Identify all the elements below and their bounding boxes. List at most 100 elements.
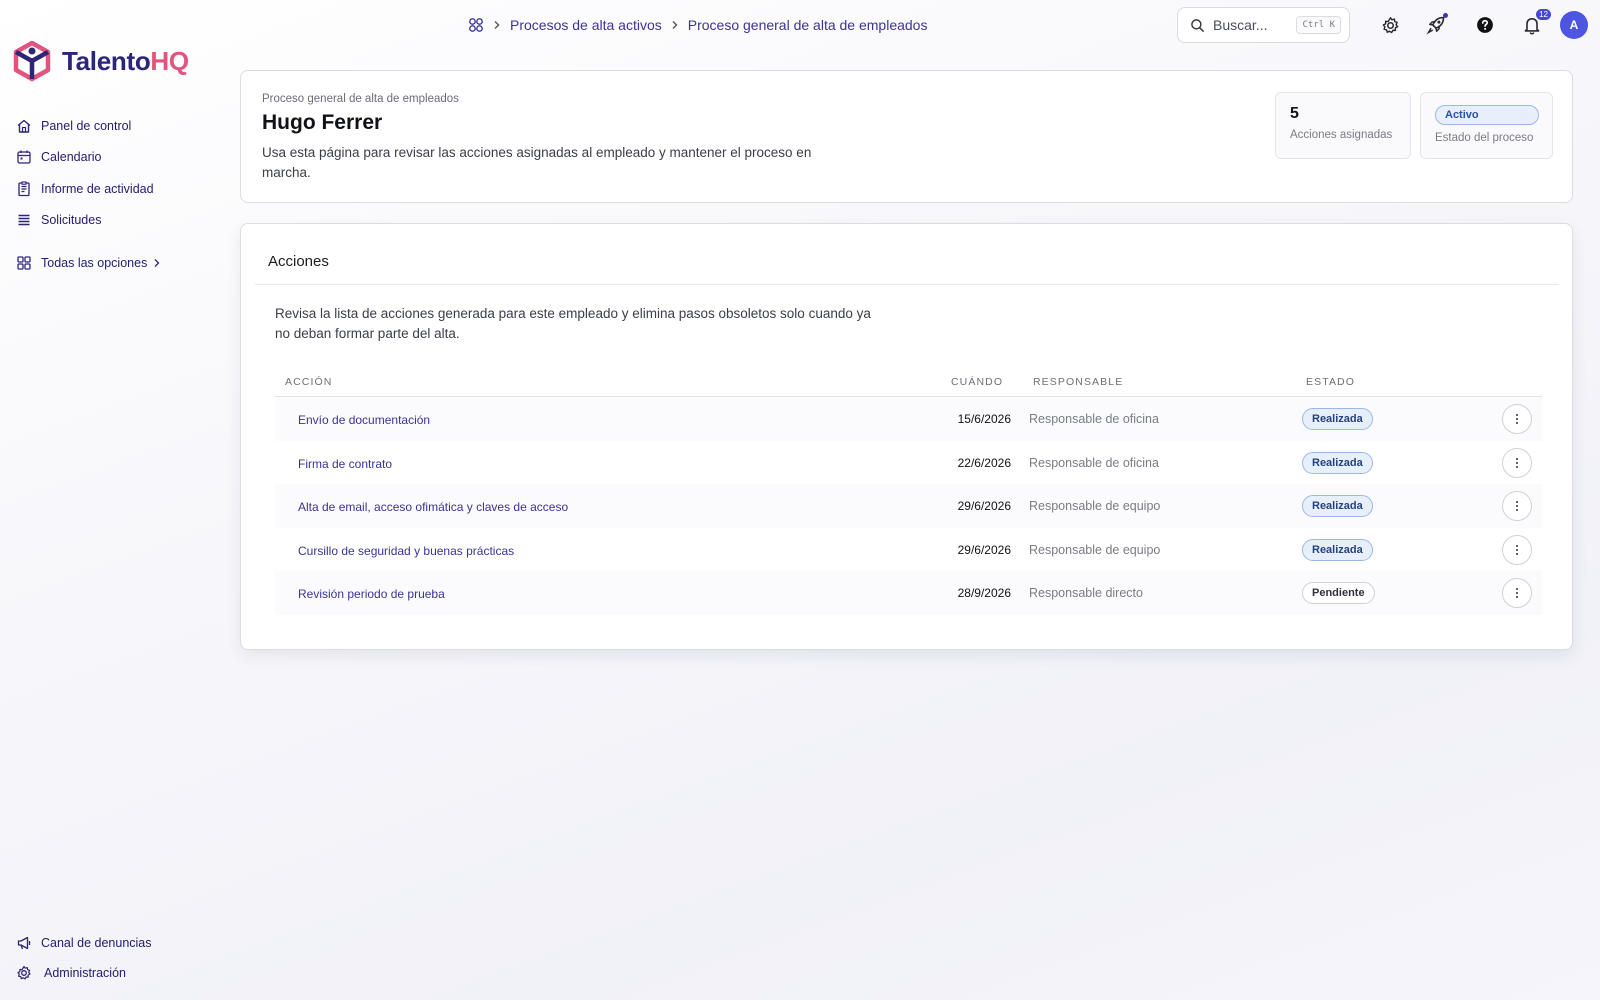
- action-link[interactable]: Alta de email, acceso ofimática y claves…: [298, 500, 568, 514]
- notifications-count: 12: [1536, 9, 1551, 20]
- sidebar-item-administracion[interactable]: Administración: [16, 958, 152, 988]
- row-menu-button[interactable]: [1502, 404, 1532, 434]
- assigned-actions-stat: 5 Acciones asignadas: [1275, 92, 1411, 159]
- table-row: Revisión periodo de prueba 28/9/2026 Res…: [275, 571, 1542, 615]
- action-link[interactable]: Cursillo de seguridad y buenas prácticas: [298, 544, 514, 558]
- status-badge: Realizada: [1302, 495, 1373, 517]
- search-icon: [1191, 18, 1204, 32]
- report-icon: [18, 181, 30, 196]
- action-date: 22/6/2026: [957, 455, 1011, 470]
- calendar-icon: [17, 150, 31, 164]
- row-menu-button[interactable]: [1502, 491, 1532, 521]
- status-badge: Realizada: [1302, 451, 1373, 474]
- sidebar-item-canal-denuncias[interactable]: Canal de denuncias: [16, 928, 152, 958]
- home-icon: [17, 119, 31, 133]
- action-date: 29/6/2026: [957, 499, 1011, 513]
- breadcrumb-link-procesos[interactable]: Procesos de alta activos: [510, 17, 662, 33]
- notifications-button[interactable]: 12: [1521, 9, 1551, 36]
- app-logo[interactable]: TalentoHQ: [12, 40, 189, 82]
- table-body: Envío de documentación 15/6/2026 Respons…: [275, 397, 1542, 615]
- more-vertical-icon: [1516, 501, 1518, 511]
- more-vertical-icon: [1516, 588, 1518, 598]
- grid-icon: [17, 256, 31, 270]
- gear-icon: [1382, 16, 1398, 33]
- apps-icon[interactable]: [468, 17, 484, 33]
- row-menu-button[interactable]: [1502, 578, 1532, 608]
- sidebar-item-label: Panel de control: [41, 118, 132, 133]
- divider: [255, 284, 1559, 285]
- whats-new-indicator: [1443, 13, 1448, 18]
- app-name: TalentoHQ: [62, 45, 189, 76]
- breadcrumb: Procesos de alta activos Proceso general…: [468, 15, 927, 35]
- rocket-icon: [1426, 16, 1445, 35]
- page-description: Usa esta página para revisar las accione…: [262, 145, 812, 180]
- cube-logo-icon: [13, 40, 51, 82]
- help-button[interactable]: [1474, 14, 1496, 36]
- sidebar-item-informe[interactable]: Informe de actividad: [16, 173, 161, 205]
- sidebar-item-label: Informe de actividad: [41, 181, 154, 196]
- assigned-actions-count: 5: [1290, 105, 1299, 122]
- action-date: 29/6/2026: [957, 542, 1011, 557]
- table-row: Firma de contrato 22/6/2026 Responsable …: [275, 441, 1542, 485]
- sidebar-item-panel[interactable]: Panel de control: [16, 110, 161, 142]
- row-menu-button[interactable]: [1502, 447, 1532, 478]
- sidebar-item-label: Calendario: [41, 150, 102, 165]
- employee-header-card: Proceso general de alta de empleados Hug…: [240, 70, 1573, 203]
- action-date: 15/6/2026: [957, 412, 1011, 426]
- search-shortcut: Ctrl K: [1296, 16, 1341, 34]
- column-header-action: ACCIÓN: [285, 376, 333, 388]
- actions-table: ACCIÓN CUÁNDO RESPONSABLE ESTADO Envío d…: [275, 365, 1542, 615]
- action-link[interactable]: Revisión periodo de prueba: [298, 587, 445, 601]
- sidebar-nav: Panel de control Calendario Informe de a…: [16, 110, 161, 279]
- sidebar-item-label: Canal de denuncias: [41, 936, 152, 950]
- column-header-status: ESTADO: [1306, 376, 1355, 388]
- search-box[interactable]: Buscar... Ctrl K: [1177, 7, 1350, 43]
- status-badge: Realizada: [1302, 408, 1373, 430]
- chevron-right-icon: [154, 258, 160, 267]
- settings-button[interactable]: [1379, 14, 1401, 36]
- action-link[interactable]: Firma de contrato: [298, 457, 392, 471]
- table-header: ACCIÓN CUÁNDO RESPONSABLE ESTADO: [275, 365, 1542, 397]
- table-row: Envío de documentación 15/6/2026 Respons…: [275, 397, 1542, 441]
- sidebar-item-todas-opciones[interactable]: Todas las opciones: [16, 247, 161, 279]
- sidebar-item-calendario[interactable]: Calendario: [16, 142, 161, 174]
- process-name: Proceso general de alta de empleados: [262, 93, 459, 105]
- section-description: Revisa la lista de acciones generada par…: [275, 306, 871, 341]
- table-row: Cursillo de seguridad y buenas prácticas…: [275, 528, 1542, 572]
- sidebar-item-label: Administración: [44, 966, 126, 980]
- gear-icon: [17, 965, 31, 980]
- sidebar-item-label: Solicitudes: [41, 213, 102, 228]
- whats-new-button[interactable]: [1425, 13, 1448, 36]
- help-icon: [1477, 17, 1493, 33]
- breadcrumb-current[interactable]: Proceso general de alta de empleados: [688, 17, 928, 33]
- sidebar-item-solicitudes[interactable]: Solicitudes: [16, 205, 161, 237]
- list-icon: [18, 215, 30, 226]
- action-owner: Responsable de oficina: [1029, 455, 1159, 470]
- table-row: Alta de email, acceso ofimática y claves…: [275, 484, 1542, 528]
- action-link[interactable]: Envío de documentación: [298, 413, 430, 427]
- action-owner: Responsable de equipo: [1029, 499, 1161, 513]
- sidebar-bottom-nav: Canal de denuncias Administración: [16, 928, 152, 988]
- action-owner: Responsable de oficina: [1029, 412, 1159, 426]
- action-date: 28/9/2026: [957, 586, 1011, 600]
- more-vertical-icon: [1516, 457, 1518, 468]
- more-vertical-icon: [1516, 414, 1518, 424]
- more-vertical-icon: [1516, 544, 1518, 555]
- sidebar-item-label: Todas las opciones: [41, 255, 148, 270]
- status-badge: Pendiente: [1302, 582, 1375, 604]
- column-header-owner: RESPONSABLE: [1033, 376, 1124, 388]
- status-badge: Activo: [1435, 105, 1539, 125]
- search-input[interactable]: Buscar...: [1213, 17, 1288, 33]
- megaphone-icon: [17, 936, 31, 950]
- row-menu-button[interactable]: [1502, 534, 1532, 565]
- actions-card: Acciones Revisa la lista de acciones gen…: [240, 223, 1573, 650]
- assigned-actions-label: Acciones asignadas: [1290, 129, 1393, 141]
- process-status-stat: Activo Estado del proceso: [1420, 92, 1553, 159]
- status-badge: Realizada: [1302, 538, 1373, 561]
- column-header-when: CUÁNDO: [951, 376, 1004, 388]
- process-status-label: Estado del proceso: [1435, 132, 1534, 144]
- user-avatar[interactable]: A: [1560, 11, 1588, 39]
- sidebar: TalentoHQ Panel de control Calendario In…: [0, 0, 230, 1000]
- action-owner: Responsable directo: [1029, 586, 1143, 600]
- chevron-right-icon: [494, 21, 500, 29]
